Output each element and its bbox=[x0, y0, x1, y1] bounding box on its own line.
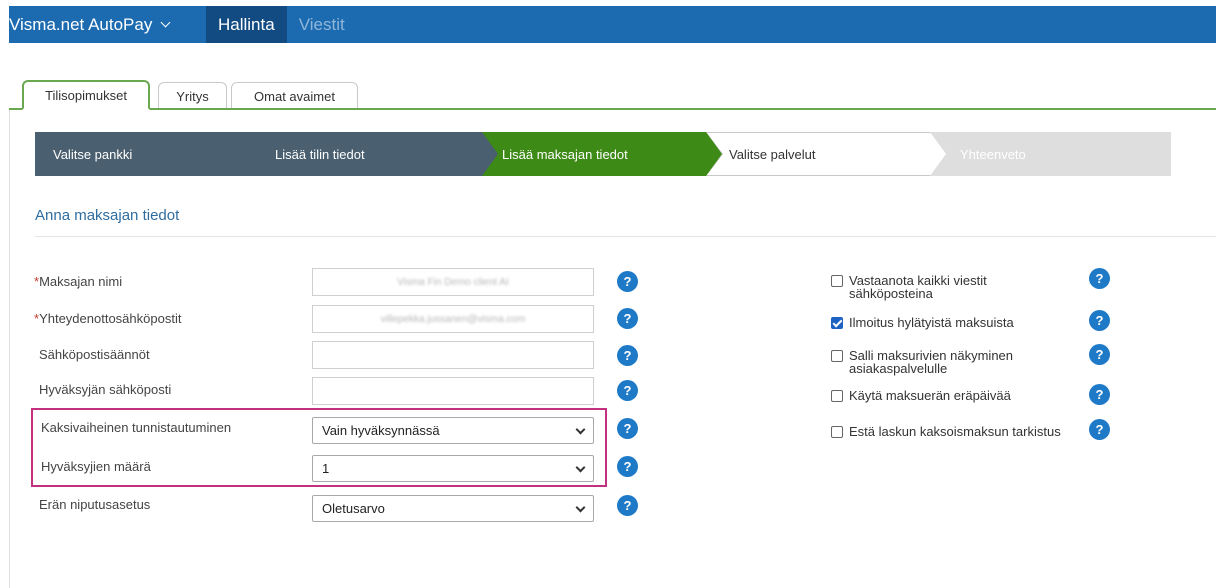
wizard-step-label: Valitse pankki bbox=[53, 146, 133, 162]
help-icon[interactable]: ? bbox=[617, 271, 638, 292]
approver-count-label: Hyväksyjien määrä bbox=[41, 459, 151, 474]
tab-omat-avaimet[interactable]: Omat avaimet bbox=[231, 82, 358, 110]
content-border bbox=[9, 110, 10, 588]
help-icon[interactable]: ? bbox=[1089, 384, 1110, 405]
email-rules-label: Sähköpostisäännöt bbox=[39, 347, 150, 362]
help-icon[interactable]: ? bbox=[617, 380, 638, 401]
help-icon[interactable]: ? bbox=[617, 456, 638, 477]
option-rejected-payments-notice[interactable]: Ilmoitus hylätyistä maksuista bbox=[831, 316, 1064, 329]
app-title: Visma.net AutoPay bbox=[9, 14, 153, 34]
section-divider bbox=[35, 236, 1216, 237]
option-label: Käytä maksuerän eräpäivää bbox=[849, 388, 1011, 403]
nav-hallinta[interactable]: Hallinta bbox=[206, 6, 287, 43]
email-rules-input[interactable] bbox=[312, 341, 594, 369]
checkbox-checked[interactable] bbox=[831, 317, 843, 329]
help-icon[interactable]: ? bbox=[617, 418, 638, 439]
section-title: Anna maksajan tiedot bbox=[35, 207, 180, 224]
wizard-step-label: Valitse palvelut bbox=[729, 146, 816, 162]
approver-count-value: 1 bbox=[322, 461, 330, 476]
two-factor-value: Vain hyväksynnässä bbox=[322, 423, 440, 438]
help-icon[interactable]: ? bbox=[1089, 268, 1110, 289]
wizard-step-yhteenveto: Yhteenveto bbox=[930, 132, 1171, 176]
wizard-step-valitse-pankki[interactable]: Valitse pankki bbox=[35, 132, 279, 176]
chevron-down-icon bbox=[575, 424, 586, 435]
option-prevent-double-payment-check[interactable]: Estä laskun kaksoismaksun tarkistus bbox=[831, 425, 1064, 438]
help-icon[interactable]: ? bbox=[617, 495, 638, 516]
option-label: Estä laskun kaksoismaksun tarkistus bbox=[849, 424, 1061, 439]
checkbox[interactable] bbox=[831, 350, 843, 362]
help-icon[interactable]: ? bbox=[1089, 310, 1110, 331]
help-icon[interactable]: ? bbox=[1089, 419, 1110, 440]
two-factor-label: Kaksivaiheinen tunnistautuminen bbox=[41, 420, 232, 435]
wizard-step-label: Lisää tilin tiedot bbox=[275, 146, 365, 162]
wizard-step-lisaa-tilin-tiedot[interactable]: Lisää tilin tiedot bbox=[259, 132, 502, 176]
tab-tilisopimukset[interactable]: Tilisopimukset bbox=[22, 80, 150, 110]
tab-yritys[interactable]: Yritys bbox=[158, 82, 227, 110]
batch-setting-value: Oletusarvo bbox=[322, 501, 385, 516]
payer-name-input[interactable]: Visma Fin Demo client AI bbox=[312, 268, 594, 296]
option-label: Salli maksurivien näkyminen asiakaspalve… bbox=[849, 348, 1014, 376]
wizard-step-label: Yhteenveto bbox=[960, 146, 1026, 162]
option-label: Ilmoitus hylätyistä maksuista bbox=[849, 315, 1014, 330]
checkbox[interactable] bbox=[831, 275, 843, 287]
help-icon[interactable]: ? bbox=[617, 345, 638, 366]
chevron-down-icon bbox=[575, 502, 586, 513]
option-label: Vastaanota kaikki viestit sähköposteina bbox=[849, 273, 987, 301]
approver-count-select[interactable]: 1 bbox=[312, 455, 594, 482]
checkbox[interactable] bbox=[831, 426, 843, 438]
approver-email-label: Hyväksyjän sähköposti bbox=[39, 382, 172, 397]
two-factor-select[interactable]: Vain hyväksynnässä bbox=[312, 417, 594, 444]
checkbox[interactable] bbox=[831, 390, 843, 402]
wizard-steps: Valitse pankki Lisää tilin tiedot Lisää … bbox=[35, 132, 1171, 176]
contact-emails-input[interactable]: villepekka.jussanen@visma.com bbox=[312, 305, 594, 333]
chevron-down-icon bbox=[575, 462, 586, 473]
top-navigation-bar: Visma.net AutoPay Hallinta Viestit bbox=[9, 6, 1216, 43]
wizard-step-label: Lisää maksajan tiedot bbox=[502, 146, 628, 162]
nav-viestit[interactable]: Viestit bbox=[287, 6, 357, 43]
tab-underline bbox=[9, 108, 1216, 110]
approver-email-input[interactable] bbox=[312, 377, 594, 405]
contact-emails-label: *Yhteydenottosähköpostit bbox=[34, 311, 182, 326]
chevron-down-icon bbox=[160, 17, 171, 28]
help-icon[interactable]: ? bbox=[617, 308, 638, 329]
batch-setting-select[interactable]: Oletusarvo bbox=[312, 495, 594, 522]
payer-name-label: *Maksajan nimi bbox=[34, 274, 123, 289]
wizard-step-valitse-palvelut[interactable]: Valitse palvelut bbox=[707, 133, 950, 175]
batch-setting-label: Erän niputusasetus bbox=[39, 497, 151, 512]
option-receive-all-messages[interactable]: Vastaanota kaikki viestit sähköposteina bbox=[831, 274, 1064, 300]
app-switcher[interactable]: Visma.net AutoPay bbox=[9, 6, 206, 43]
wizard-step-lisaa-maksajan-tiedot[interactable]: Lisää maksajan tiedot bbox=[482, 132, 726, 176]
help-icon[interactable]: ? bbox=[1089, 344, 1110, 365]
option-use-batch-due-date[interactable]: Käytä maksuerän eräpäivää bbox=[831, 389, 1064, 402]
option-show-payment-rows[interactable]: Salli maksurivien näkyminen asiakaspalve… bbox=[831, 349, 1064, 375]
